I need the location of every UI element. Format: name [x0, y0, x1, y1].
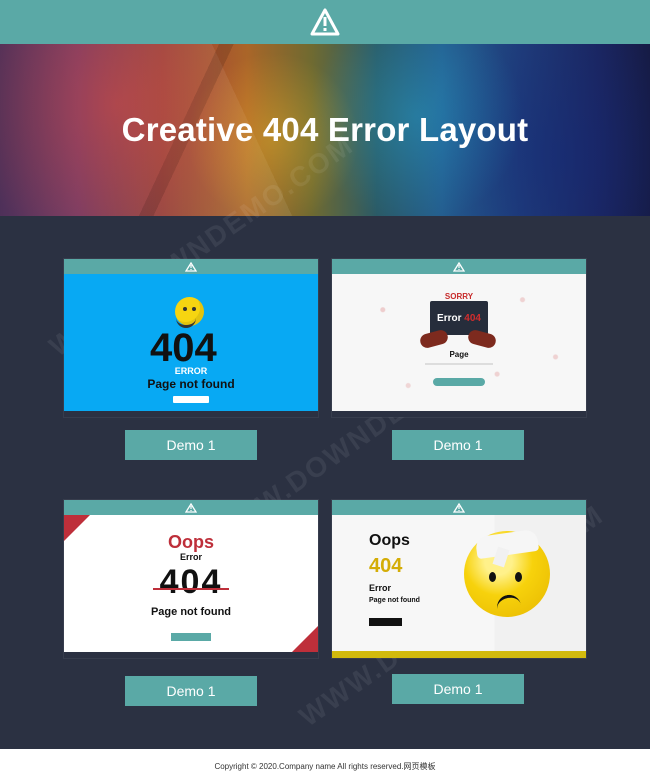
preview-error: Error	[179, 552, 202, 562]
demo-card[interactable]: Oops 404 Error Page not found	[332, 500, 586, 658]
page-title: Creative 404 Error Layout	[121, 111, 529, 148]
card-header	[332, 259, 586, 274]
preview-error-label: ERROR	[174, 366, 208, 376]
preview-error: Error	[369, 583, 392, 593]
preview-oops: Oops	[167, 532, 214, 552]
emoji-eye	[515, 572, 522, 582]
preview-divider	[425, 363, 493, 365]
preview-error-word: Error	[437, 313, 462, 324]
footer: Copyright © 2020.Company name All rights…	[0, 749, 650, 784]
card-header	[332, 500, 586, 515]
preview-image: SORRY Error 404 Page	[332, 274, 586, 417]
warning-icon	[185, 502, 197, 513]
demo-button[interactable]: Demo 1	[392, 674, 524, 704]
emoji-eye	[489, 572, 496, 582]
preview-subtitle: Page not found	[150, 606, 232, 618]
demo-button[interactable]: Demo 1	[125, 676, 257, 706]
warning-icon	[185, 261, 197, 272]
card-header	[64, 259, 318, 274]
preview-footer	[64, 411, 318, 417]
footer-copyright: Copyright © 2020.Company name All rights…	[214, 762, 436, 771]
preview-button	[433, 378, 485, 386]
preview-oops: Oops	[369, 532, 410, 549]
hero-banner: Creative 404 Error Layout	[0, 44, 650, 216]
preview-footer	[64, 652, 318, 658]
demo-card[interactable]: Oops Error 404 Page not found	[64, 500, 318, 658]
warning-icon	[453, 502, 465, 513]
card-header	[64, 500, 318, 515]
preview-code: 404	[464, 313, 481, 324]
preview-footer	[332, 651, 586, 658]
preview-code: 404	[150, 326, 217, 370]
demo-button[interactable]: Demo 1	[125, 430, 257, 460]
preview-screen-text: Error 404	[430, 313, 488, 324]
demo-card[interactable]: SORRY Error 404 Page	[332, 259, 586, 417]
preview-code: 404	[159, 563, 223, 601]
preview-underline	[153, 588, 229, 590]
warning-icon	[453, 261, 465, 272]
preview-page-label: Page	[449, 350, 469, 359]
preview-subtitle: Page not found	[147, 377, 235, 391]
character-arm	[466, 328, 498, 350]
decorative-corner	[292, 626, 318, 652]
preview-subtitle: Page not found	[369, 597, 420, 604]
demo-button[interactable]: Demo 1	[392, 430, 524, 460]
preview-button	[171, 633, 211, 641]
preview-footer	[332, 411, 586, 417]
demo-card[interactable]: 404 ERROR Page not found	[64, 259, 318, 417]
preview-button	[369, 618, 402, 626]
preview-code: 404	[369, 555, 403, 577]
character-arm	[418, 328, 450, 350]
preview-sorry: SORRY	[444, 292, 474, 301]
preview-image: Oops Error 404 Page not found	[64, 515, 318, 658]
preview-image: Oops 404 Error Page not found	[332, 515, 586, 658]
preview-button	[173, 396, 209, 403]
top-bar	[0, 0, 650, 44]
warning-icon	[310, 8, 340, 36]
preview-image: 404 ERROR Page not found	[64, 274, 318, 417]
